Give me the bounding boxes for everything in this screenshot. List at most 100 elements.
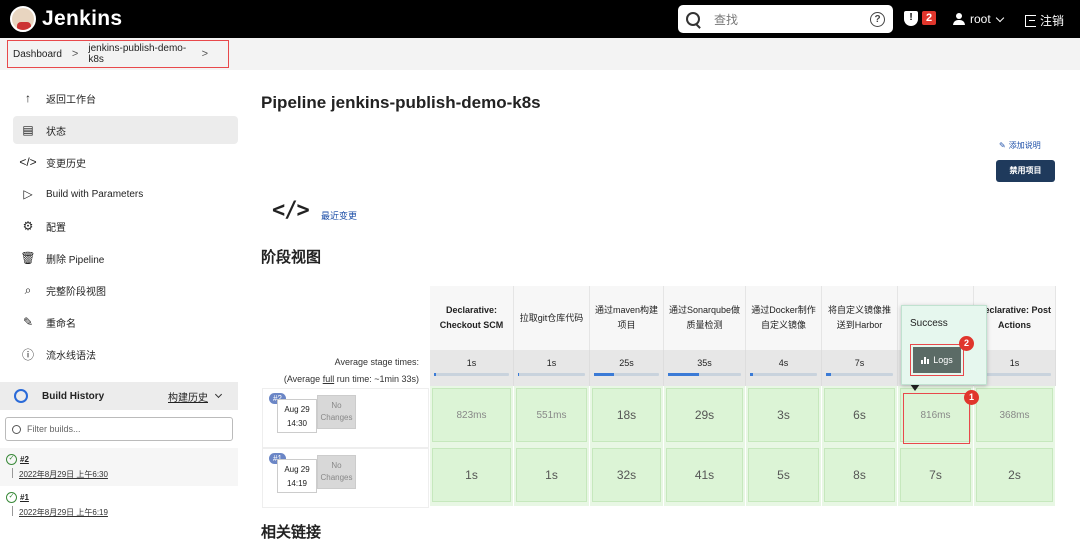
run-row-label[interactable]: #2 Aug 2914:30 No Changes: [262, 388, 429, 448]
stage-header: 通过maven构建项目: [590, 286, 664, 350]
trash-icon: 🗑: [20, 251, 36, 265]
stage-avg-label: 35s: [697, 358, 712, 368]
stage-column: 将自定义镜像推送到Harbor 7s 6s 8s: [822, 286, 898, 506]
build-history-link[interactable]: 构建历史: [168, 389, 208, 404]
full-run-link[interactable]: full: [323, 374, 335, 384]
stage-run-time[interactable]: 18s: [592, 388, 661, 442]
run-date-time: 14:30: [286, 419, 308, 428]
stage-run-cell[interactable]: 7s: [898, 446, 974, 506]
stage-run-time[interactable]: 41s: [666, 448, 743, 502]
breadcrumb-dashboard[interactable]: Dashboard: [13, 49, 62, 60]
search-input[interactable]: 查找 ?: [678, 5, 893, 33]
stage-avg-bar: [668, 373, 741, 376]
pencil-icon: ✎: [22, 315, 34, 329]
sidebar-item-delete[interactable]: 🗑 删除 Pipeline: [13, 244, 238, 272]
stage-avg-bar: [518, 373, 585, 376]
stage-run-time[interactable]: 551ms: [516, 388, 587, 442]
build-number-link[interactable]: #1: [20, 493, 29, 502]
stage-run-cell[interactable]: 18s: [590, 386, 664, 446]
help-icon[interactable]: ?: [870, 11, 885, 27]
stage-run-cell[interactable]: 8s: [822, 446, 898, 506]
stage-run-cell[interactable]: 3s: [746, 386, 822, 446]
user-menu[interactable]: root: [953, 12, 1004, 26]
disable-project-button[interactable]: 禁用项目: [996, 160, 1055, 182]
stage-avg-time: 1s: [430, 350, 514, 386]
stage-avg-label: 1s: [546, 358, 557, 368]
stage-run-time[interactable]: 5s: [748, 448, 819, 502]
build-history-item[interactable]: ✓ #2 2022年8月29日 上午6:30: [0, 448, 238, 486]
stage-column: Declarative: Checkout SCM 1s 823ms 1s: [430, 286, 514, 506]
shield-icon[interactable]: !: [904, 11, 918, 26]
stage-avg-label: 7s: [854, 358, 865, 368]
stage-run-cell[interactable]: 6s: [822, 386, 898, 446]
document-icon: ▤: [22, 123, 34, 137]
top-bar: Jenkins 查找 ? ! 2 root 注销: [0, 0, 1080, 38]
build-number-link[interactable]: #2: [20, 455, 29, 464]
logs-button-inner[interactable]: Logs: [913, 347, 961, 373]
stage-run-cell[interactable]: 29s: [664, 386, 746, 446]
stage-run-time[interactable]: 3s: [748, 388, 819, 442]
breadcrumb-separator[interactable]: >: [72, 48, 78, 60]
stage-run-cell[interactable]: 2s: [974, 446, 1056, 506]
sidebar-item-status[interactable]: ▤ 状态: [13, 116, 238, 144]
stage-run-cell[interactable]: 1s: [514, 446, 590, 506]
stage-run-cell[interactable]: 551ms: [514, 386, 590, 446]
stage-avg-label: 25s: [619, 358, 634, 368]
stage-run-time[interactable]: 2s: [976, 448, 1053, 502]
no-changes-box: No Changes: [317, 395, 356, 429]
success-check-icon: ✓: [6, 454, 17, 465]
stage-run-time[interactable]: 29s: [666, 388, 743, 442]
stage-run-cell[interactable]: 32s: [590, 446, 664, 506]
stage-run-cell[interactable]: 368ms: [974, 386, 1056, 446]
logout-button[interactable]: 注销: [1025, 12, 1064, 29]
sidebar-item-pipeline-syntax[interactable]: ⓘ 流水线语法: [13, 340, 238, 368]
bar-chart-icon: [921, 356, 930, 364]
recent-changes-link[interactable]: 最近变更: [321, 209, 357, 222]
sidebar-item-build-with-parameters[interactable]: ▷ Build with Parameters: [13, 180, 238, 208]
stage-run-cell[interactable]: 5s: [746, 446, 822, 506]
stage-avg-bar-fill: [518, 373, 520, 376]
sidebar-item-rename[interactable]: ✎ 重命名: [13, 308, 238, 336]
related-links-title: 相关链接: [261, 524, 322, 541]
stage-run-cell[interactable]: 1s: [430, 446, 514, 506]
sidebar-item-label: 流水线语法: [46, 350, 96, 362]
sidebar-item-configure[interactable]: ⚙ 配置: [13, 212, 238, 240]
filter-placeholder: Filter builds...: [27, 424, 81, 434]
build-history-item[interactable]: ✓ #1 2022年8月29日 上午6:19: [0, 486, 238, 524]
stage-avg-bar-fill: [434, 373, 436, 376]
code-icon: </>: [19, 155, 37, 169]
code-icon: </>: [272, 198, 310, 223]
add-description-link[interactable]: ✎ 添加说明: [999, 140, 1041, 151]
no-changes-box: No Changes: [317, 455, 356, 489]
logs-button[interactable]: Logs: [910, 344, 964, 376]
security-badge[interactable]: 2: [922, 11, 937, 25]
chevron-down-icon[interactable]: [214, 390, 223, 399]
stage-run-time[interactable]: 1s: [432, 448, 511, 502]
build-date-link[interactable]: 2022年8月29日 上午6:19: [19, 507, 108, 518]
run-date-day: Aug 29: [284, 465, 310, 474]
stage-run-cell[interactable]: 41s: [664, 446, 746, 506]
sidebar-item-full-stage-view[interactable]: ⌕ 完整阶段视图: [13, 276, 238, 304]
play-icon: ▷: [23, 187, 33, 201]
stage-run-time[interactable]: 6s: [824, 388, 895, 442]
breadcrumb-job[interactable]: jenkins-publish-demo-k8s: [88, 43, 191, 65]
build-date-link[interactable]: 2022年8月29日 上午6:30: [19, 469, 108, 480]
add-description-label: 添加说明: [1008, 141, 1041, 150]
jenkins-logo[interactable]: Jenkins: [10, 6, 122, 32]
stage-run-time[interactable]: 368ms: [976, 388, 1053, 442]
breadcrumb-separator[interactable]: >: [202, 48, 208, 60]
stage-avg-time: 25s: [590, 350, 664, 386]
stage-run-time[interactable]: 32s: [592, 448, 661, 502]
run-row-label[interactable]: #1 Aug 2914:19 No Changes: [262, 448, 429, 508]
highlighted-stage-cell[interactable]: [903, 393, 970, 444]
stage-avg-bar: [826, 373, 893, 376]
stage-run-cell[interactable]: 823ms: [430, 386, 514, 446]
stage-run-time[interactable]: 1s: [516, 448, 587, 502]
filter-builds-input[interactable]: Filter builds...: [5, 417, 233, 441]
sidebar-item-changes[interactable]: </> 变更历史: [13, 148, 238, 176]
stage-avg-bar-fill: [750, 373, 754, 376]
stage-run-time[interactable]: 823ms: [432, 388, 511, 442]
stage-run-time[interactable]: 7s: [900, 448, 971, 502]
stage-run-time[interactable]: 8s: [824, 448, 895, 502]
sidebar-item-back[interactable]: ↑ 返回工作台: [13, 84, 238, 112]
